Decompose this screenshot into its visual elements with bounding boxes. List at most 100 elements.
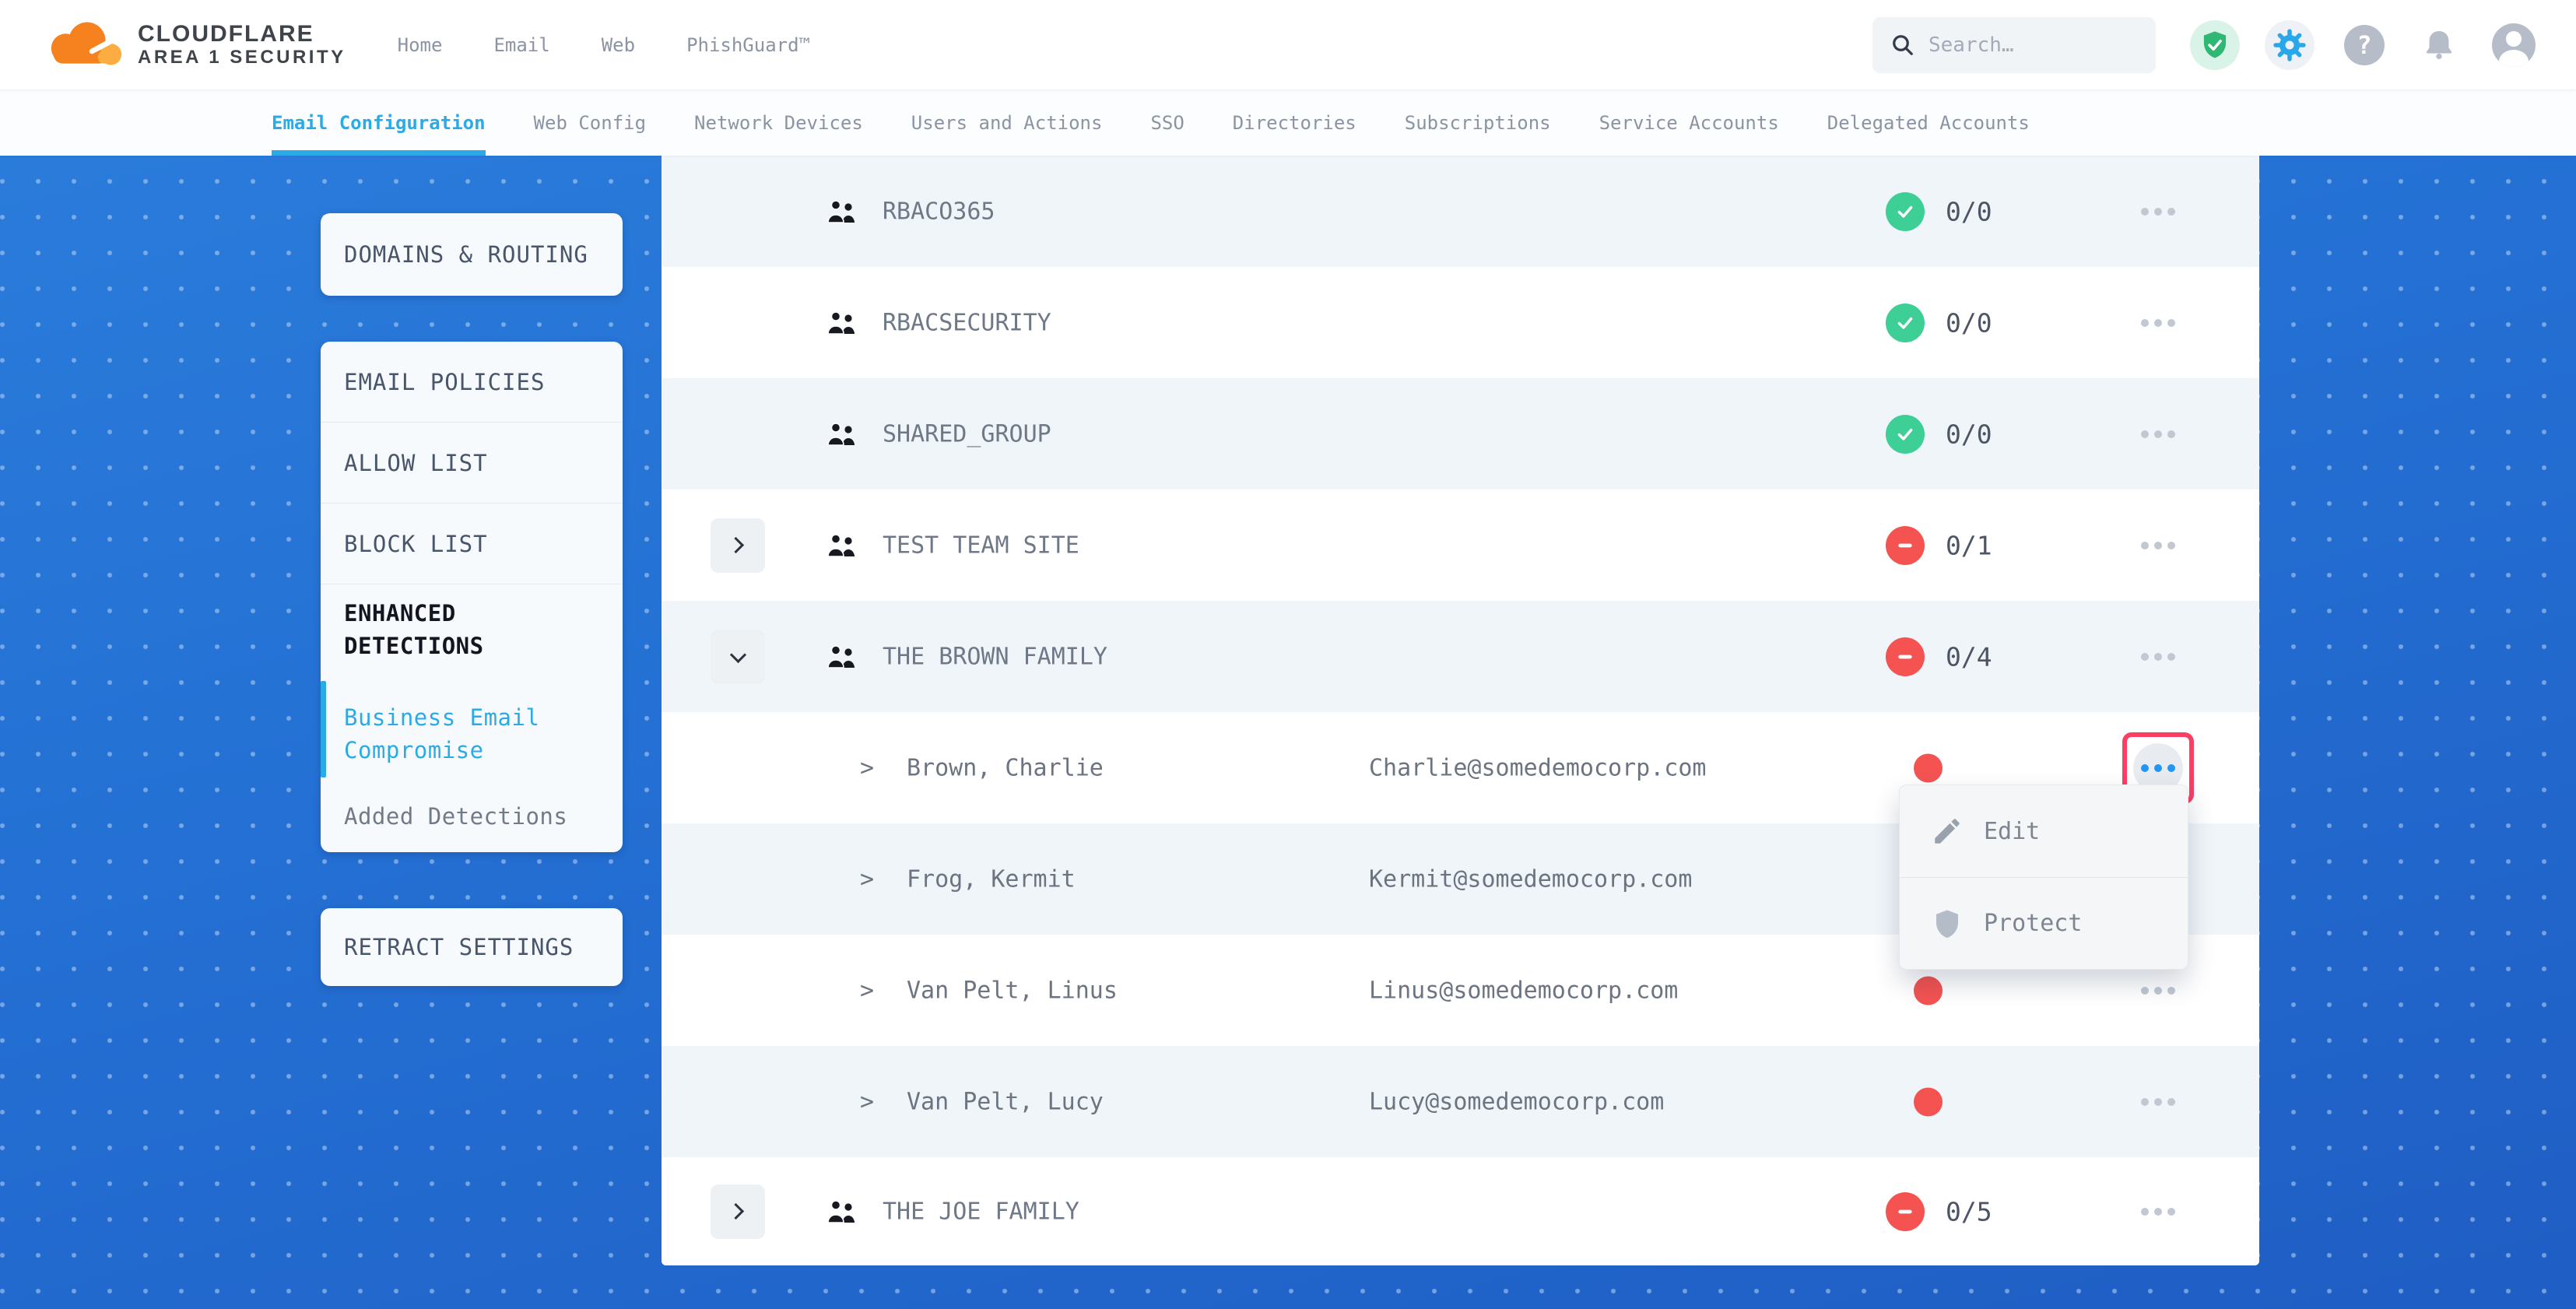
table-row-group: THE JOE FAMILY 0/5 [662,1157,2259,1265]
tab-web-config[interactable]: Web Config [534,89,647,156]
user-email: Linus@somedemocorp.com [1369,977,1678,1004]
row-actions-button[interactable] [2127,1181,2189,1243]
user-name: Van Pelt, Linus [907,977,1118,1004]
sidebar-item-block-list[interactable]: BLOCK LIST [321,504,623,584]
user-name: Frog, Kermit [907,865,1076,893]
sidebar-card-retract-settings: RETRACT SETTINGS [321,908,623,986]
check-icon [1895,424,1915,444]
table-row-group: RBACSECURITY 0/0 [662,267,2259,378]
group-icon [826,533,858,558]
chevron-right-icon[interactable]: > [860,1088,874,1115]
search-icon [1891,33,1914,57]
group-name: TEST TEAM SITE [883,532,1079,559]
secondary-nav: Email Configuration Web Config Network D… [0,89,2576,156]
group-name: THE JOE FAMILY [883,1198,1079,1225]
sidebar-item-added-detections[interactable]: Added Detections [321,781,623,852]
chevron-right-icon[interactable]: > [860,977,874,1004]
sidebar-item-email-policies[interactable]: EMAIL POLICIES [321,342,623,423]
sidebar-item-allow-list[interactable]: ALLOW LIST [321,423,623,504]
gear-icon[interactable] [2265,20,2315,70]
check-icon [1895,313,1915,333]
topnav-phishguard[interactable]: PhishGuard™ [686,34,810,56]
pencil-icon [1931,815,1964,848]
table-row-group: SHARED_GROUP 0/0 [662,378,2259,490]
cloudflare-logo: CLOUDFLARE AREA 1 SECURITY [43,17,346,73]
primary-nav: Home Email Web PhishGuard™ [398,34,810,56]
chevron-down-icon [729,646,746,662]
protection-count: 0/5 [1946,1196,1992,1227]
brand-title: CLOUDFLARE [138,22,346,47]
chevron-right-icon[interactable]: > [860,754,874,781]
shield-check-icon[interactable] [2190,20,2240,70]
row-actions-button[interactable] [2127,514,2189,577]
group-name: RBACO365 [883,198,995,225]
status-badge-pass [1886,415,1925,454]
active-tab-underline [272,150,486,156]
protection-count: 0/4 [1946,641,1992,672]
context-menu-label: Edit [1984,818,2040,845]
collapse-group-button[interactable] [711,630,765,684]
protection-count: 0/0 [1946,196,1992,226]
context-menu-item-protect[interactable]: Protect [1900,877,2188,969]
user-name: Brown, Charlie [907,754,1104,781]
active-item-accent [321,681,326,777]
ellipsis-icon [2141,764,2175,772]
table-row-group: RBACO365 0/0 [662,156,2259,267]
search-input[interactable] [1928,33,2123,57]
row-actions-button[interactable] [2127,1071,2189,1133]
tab-directories[interactable]: Directories [1233,89,1356,156]
tab-delegated-accounts[interactable]: Delegated Accounts [1827,89,2030,156]
status-dot-alert [1914,976,1943,1005]
ellipsis-icon [2141,1098,2175,1106]
sidebar-item-domains-routing[interactable]: DOMAINS & ROUTING [321,214,612,295]
tab-service-accounts[interactable]: Service Accounts [1599,89,1779,156]
sidebar-card-domains-routing: DOMAINS & ROUTING [321,213,623,296]
group-name: RBACSECURITY [883,309,1051,336]
sidebar-item-enhanced-detections[interactable]: ENHANCED DETECTIONS [321,584,623,687]
ellipsis-icon [2141,319,2175,327]
chevron-right-icon [728,1203,744,1220]
bell-icon[interactable] [2414,20,2464,70]
topnav-home[interactable]: Home [398,34,443,56]
tab-subscriptions[interactable]: Subscriptions [1405,89,1551,156]
chevron-right-icon [728,537,744,553]
user-email: Charlie@somedemocorp.com [1369,754,1706,781]
expand-group-button[interactable] [711,518,765,573]
protection-count: 0/1 [1946,530,1992,560]
ellipsis-icon [2141,653,2175,661]
group-icon [826,1199,858,1224]
chevron-right-icon[interactable]: > [860,865,874,893]
tab-users-and-actions[interactable]: Users and Actions [911,89,1103,156]
user-group-table: RBACO365 0/0 RBACSECURITY 0/0 [662,156,2259,1265]
topnav-web[interactable]: Web [602,34,635,56]
context-menu-item-edit[interactable]: Edit [1900,785,2188,877]
table-row-group: TEST TEAM SITE 0/1 [662,490,2259,601]
tab-network-devices[interactable]: Network Devices [694,89,863,156]
brand-subtitle: AREA 1 SECURITY [138,47,346,68]
tab-sso[interactable]: SSO [1150,89,1184,156]
status-badge-pass [1886,192,1925,231]
top-bar: CLOUDFLARE AREA 1 SECURITY Home Email Web P… [0,0,2576,89]
row-context-menu: Edit Protect [1899,784,2188,970]
row-actions-button[interactable] [2127,403,2189,465]
status-badge-fail [1886,1192,1925,1231]
search-box[interactable] [1872,17,2156,73]
table-row-user: > Van Pelt, Lucy Lucy@somedemocorp.com [662,1046,2259,1157]
tab-email-configuration[interactable]: Email Configuration [272,89,486,156]
help-icon[interactable]: ? [2339,20,2389,70]
row-actions-button[interactable] [2127,292,2189,354]
sidebar-item-business-email-compromise[interactable]: Business Email Compromise [321,687,623,781]
topnav-email[interactable]: Email [493,34,549,56]
ellipsis-icon [2141,208,2175,216]
sidebar-item-retract-settings[interactable]: RETRACT SETTINGS [321,907,597,988]
group-icon [826,644,858,669]
user-icon[interactable] [2489,20,2539,70]
ellipsis-icon [2141,987,2175,995]
status-dot-alert [1914,1087,1943,1116]
cloudflare-cloud-icon [43,17,127,73]
group-icon [826,311,858,335]
row-actions-button[interactable] [2127,626,2189,688]
ellipsis-icon [2141,430,2175,438]
row-actions-button[interactable] [2127,181,2189,243]
expand-group-button[interactable] [711,1184,765,1239]
